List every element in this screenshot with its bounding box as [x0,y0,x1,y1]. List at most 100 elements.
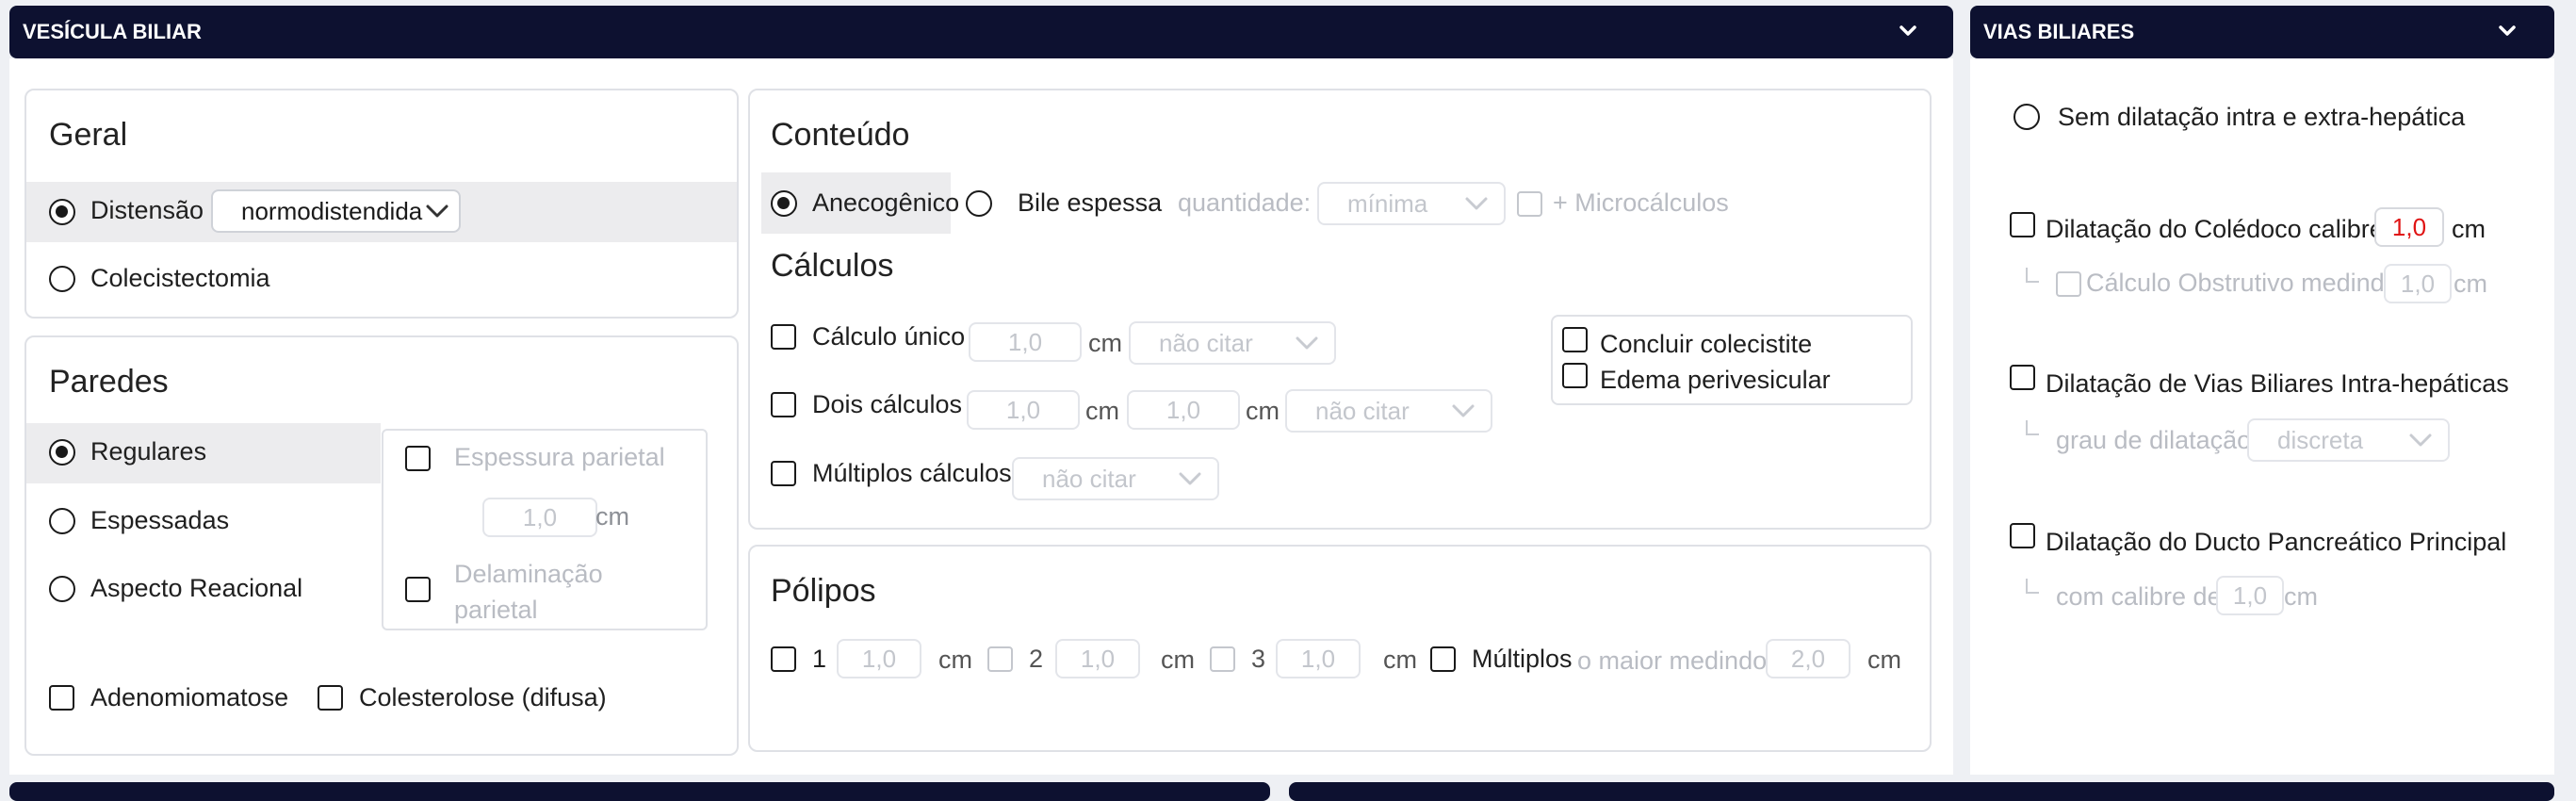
anecogenico-radio[interactable] [771,190,797,217]
chevron-down-icon[interactable] [2495,19,2519,43]
tree-elbow [2026,579,2039,594]
chevron-down-icon [1296,336,1318,350]
next-section-header-left [9,782,1270,801]
multiplos-calculos-select[interactable]: não citar [1012,457,1219,500]
polipo-1-input[interactable]: 1,0 [837,639,921,678]
sem-dilatacao-radio[interactable] [2014,104,2040,130]
vesicula-title: VESÍCULA BILIAR [23,20,202,43]
polipo-3-label: 3 [1251,645,1266,673]
colecistectomia-label: Colecistectomia [90,264,270,292]
microcalculos-label: + Microcálculos [1553,188,1729,217]
adenomiomatose-label: Adenomiomatose [90,683,289,711]
espessura-parietal-checkbox[interactable] [405,446,431,471]
grau-select-value: discreta [2277,425,2364,454]
grau-label: grau de dilatação [2056,426,2252,454]
anecogenico-label: Anecogênico [812,188,960,217]
dois-calculos-unit-2: cm [1246,397,1280,425]
regulares-label: Regulares [90,437,207,466]
chevron-down-icon [1179,472,1201,485]
edema-perivesicular-checkbox[interactable] [1562,363,1588,388]
chevron-down-icon [2409,433,2432,447]
polipos-multiplos-checkbox[interactable] [1430,646,1456,672]
polipo-1-unit: cm [938,646,972,674]
delaminacao-checkbox[interactable] [405,577,431,602]
distensao-select[interactable]: normodistendida [211,189,461,233]
concluir-colecistite-label: Concluir colecistite [1600,330,1813,358]
polipo-2-checkbox[interactable] [987,646,1013,672]
tree-elbow [2026,268,2039,283]
distensao-label: Distensão [90,196,204,224]
espessadas-radio[interactable] [49,508,75,534]
calculo-unico-label: Cálculo único [812,322,966,351]
regulares-radio[interactable] [49,439,75,466]
polipo-3-input[interactable]: 1,0 [1276,639,1361,678]
espessura-parietal-label: Espessura parietal [454,443,665,471]
quantidade-label: quantidade: [1178,188,1312,217]
calibre-input[interactable]: 1,0 [2216,576,2284,615]
distensao-radio[interactable] [49,199,75,225]
calculo-unico-select-value: não citar [1159,328,1253,357]
vias-header[interactable]: VIAS BILIARES [1970,6,2554,58]
edema-perivesicular-label: Edema perivesicular [1600,366,1831,394]
calculo-obstrutivo-checkbox[interactable] [2056,271,2081,297]
espessura-input[interactable]: 1,0 [482,498,597,537]
bile-espessa-radio[interactable] [966,190,992,217]
bile-espessa-label: Bile espessa [1018,188,1163,217]
multiplos-calculos-checkbox[interactable] [771,461,796,486]
colecistectomia-radio[interactable] [49,266,75,292]
aspecto-reacional-radio[interactable] [49,576,75,602]
colesterolose-label: Colesterolose (difusa) [359,683,607,711]
dois-calculos-select[interactable]: não citar [1285,389,1492,433]
calculo-unico-unit: cm [1088,329,1122,357]
coledoco-unit: cm [2452,215,2486,243]
colesterolose-checkbox[interactable] [318,685,343,711]
vesicula-header[interactable]: VESÍCULA BILIAR [9,6,1953,58]
vias-title: VIAS BILIARES [1983,20,2135,43]
obstrutivo-input[interactable]: 1,0 [2384,264,2452,303]
concluir-colecistite-checkbox[interactable] [1562,327,1588,352]
dois-calculos-select-value: não citar [1315,396,1410,425]
calibre-label: com calibre de [2056,582,2222,611]
obstrutivo-unit: cm [2454,270,2487,298]
dilatacao-ducto-checkbox[interactable] [2010,523,2035,548]
espessura-unit: cm [595,502,629,531]
paredes-title: Paredes [49,364,169,400]
calculo-unico-select[interactable]: não citar [1129,321,1336,365]
polipos-title: Pólipos [771,573,876,609]
grau-select[interactable]: discreta [2247,418,2450,462]
dois-calculos-input-2[interactable]: 1,0 [1127,390,1240,430]
microcalculos-checkbox[interactable] [1517,191,1542,217]
delaminacao-label-line2: parietal [454,596,538,624]
dois-calculos-checkbox[interactable] [771,392,796,417]
geral-title: Geral [49,117,128,153]
calculo-unico-checkbox[interactable] [771,324,796,350]
chevron-down-icon [1465,197,1488,210]
next-section-header-right [1289,782,2554,801]
polipo-2-unit: cm [1161,646,1195,674]
calculo-obstrutivo-label: Cálculo Obstrutivo medindo [2086,269,2399,297]
maior-medindo-input[interactable]: 2,0 [1766,639,1850,678]
dois-calculos-label: Dois cálculos [812,390,963,418]
adenomiomatose-checkbox[interactable] [49,685,74,711]
sem-dilatacao-label: Sem dilatação intra e extra-hepática [2058,103,2466,131]
chevron-down-icon[interactable] [1896,19,1920,43]
multiplos-calculos-select-value: não citar [1042,464,1136,493]
dois-calculos-input-1[interactable]: 1,0 [967,390,1080,430]
dilatacao-intra-label: Dilatação de Vias Biliares Intra-hepátic… [2046,369,2509,398]
coledoco-calibre-input[interactable]: 1,0 [2374,207,2444,247]
quantidade-select-value: mínima [1347,188,1428,218]
polipo-3-checkbox[interactable] [1210,646,1235,672]
conteudo-title: Conteúdo [771,117,910,153]
polipo-1-checkbox[interactable] [771,646,796,672]
quantidade-select[interactable]: mínima [1317,182,1506,225]
calculo-unico-input[interactable]: 1,0 [969,322,1082,362]
dilatacao-intra-checkbox[interactable] [2010,365,2035,390]
dilatacao-coledoco-checkbox[interactable] [2010,212,2035,237]
dois-calculos-unit-1: cm [1085,397,1119,425]
distensao-select-value: normodistendida [241,196,423,225]
polipos-multiplos-label: Múltiplos [1472,645,1573,673]
polipo-2-input[interactable]: 1,0 [1055,639,1140,678]
calculos-title: Cálculos [771,248,894,284]
delaminacao-label-line1: Delaminação [454,560,603,588]
chevron-down-icon [426,204,448,218]
